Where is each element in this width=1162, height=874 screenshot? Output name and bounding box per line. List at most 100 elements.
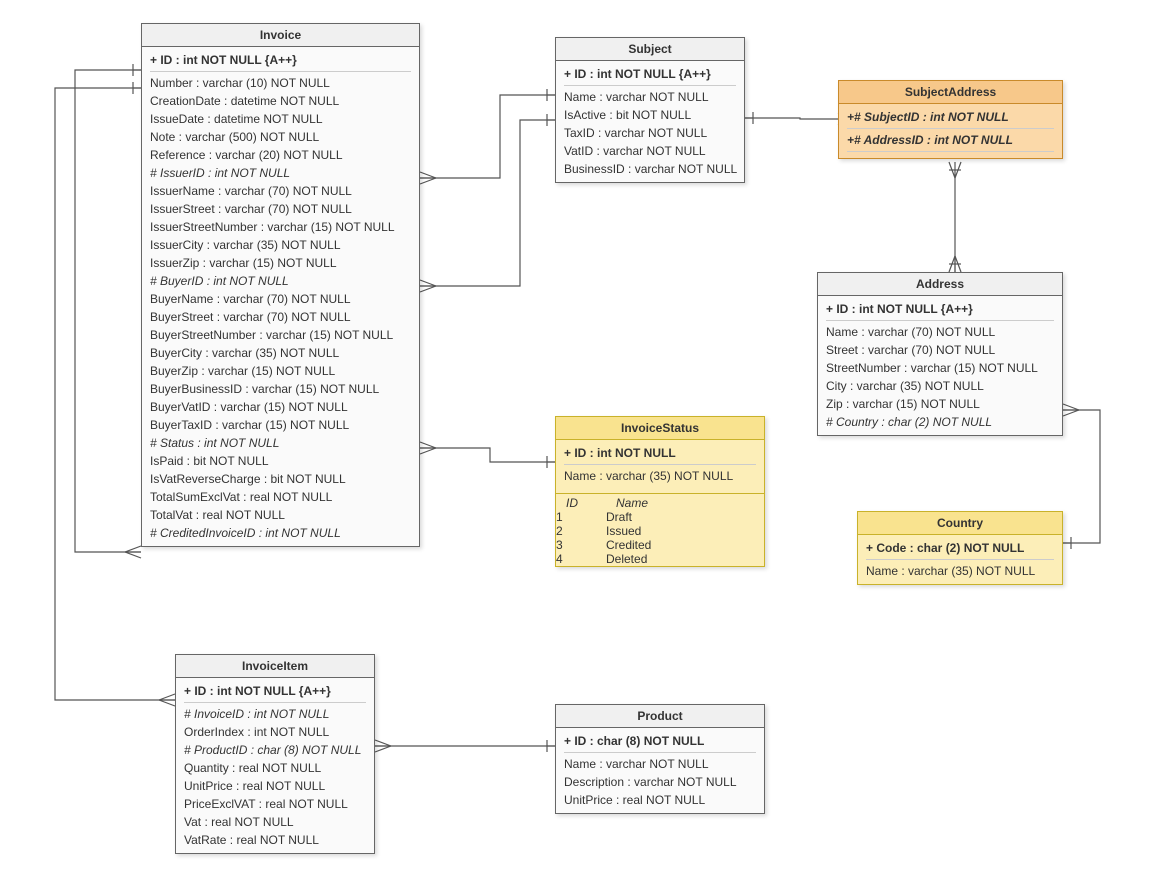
attribute: OrderIndex : int NOT NULL	[184, 723, 366, 741]
attribute: BuyerCity : varchar (35) NOT NULL	[150, 344, 411, 362]
attribute: IsPaid : bit NOT NULL	[150, 452, 411, 470]
pk-attribute: + ID : int NOT NULL	[564, 444, 756, 465]
attribute: Name : varchar NOT NULL	[564, 755, 756, 773]
pk-attribute: + ID : int NOT NULL {A++}	[564, 65, 736, 86]
entity-body: + ID : char (8) NOT NULL Name : varchar N…	[556, 728, 764, 813]
entity-title: Country	[858, 512, 1062, 535]
attribute: Number : varchar (10) NOT NULL	[150, 74, 411, 92]
entity-subject: Subject + ID : int NOT NULL {A++} Name : …	[555, 37, 745, 183]
attribute: IssueDate : datetime NOT NULL	[150, 110, 411, 128]
attribute: Reference : varchar (20) NOT NULL	[150, 146, 411, 164]
attribute: BusinessID : varchar NOT NULL	[564, 160, 736, 178]
attribute: UnitPrice : real NOT NULL	[564, 791, 756, 809]
attribute: BuyerVatID : varchar (15) NOT NULL	[150, 398, 411, 416]
fk-attribute: # ProductID : char (8) NOT NULL	[184, 741, 366, 759]
entity-body: + ID : int NOT NULL {A++} # InvoiceID : i…	[176, 678, 374, 853]
attribute: CreationDate : datetime NOT NULL	[150, 92, 411, 110]
attribute: IsActive : bit NOT NULL	[564, 106, 736, 124]
fk-attribute: # CreditedInvoiceID : int NOT NULL	[150, 524, 411, 542]
attribute: StreetNumber : varchar (15) NOT NULL	[826, 359, 1054, 377]
pk-attribute: +# SubjectID : int NOT NULL	[847, 108, 1054, 129]
enum-id: 3	[556, 538, 606, 552]
attribute: Name : varchar (35) NOT NULL	[866, 562, 1054, 580]
enum-col-id: ID	[556, 496, 616, 510]
attribute: Quantity : real NOT NULL	[184, 759, 366, 777]
entity-title: InvoiceItem	[176, 655, 374, 678]
pk-attribute: + Code : char (2) NOT NULL	[866, 539, 1054, 560]
enum-name: Deleted	[606, 552, 647, 566]
attribute: Zip : varchar (15) NOT NULL	[826, 395, 1054, 413]
enum-col-name: Name	[616, 496, 648, 510]
attribute: BuyerStreetNumber : varchar (15) NOT NUL…	[150, 326, 411, 344]
entity-title: Product	[556, 705, 764, 728]
entity-body: + ID : int NOT NULL Name : varchar (35) N…	[556, 440, 764, 489]
attribute: Note : varchar (500) NOT NULL	[150, 128, 411, 146]
pk-attribute: + ID : char (8) NOT NULL	[564, 732, 756, 753]
fk-attribute: # BuyerID : int NOT NULL	[150, 272, 411, 290]
attribute: VatRate : real NOT NULL	[184, 831, 366, 849]
attribute: BuyerBusinessID : varchar (15) NOT NULL	[150, 380, 411, 398]
attribute: Name : varchar NOT NULL	[564, 88, 736, 106]
enum-row: 1Draft	[556, 510, 764, 524]
entity-body: + ID : int NOT NULL {A++} Name : varchar …	[556, 61, 744, 182]
fk-attribute: # Country : char (2) NOT NULL	[826, 413, 1054, 431]
enum-name: Draft	[606, 510, 632, 524]
attribute: City : varchar (35) NOT NULL	[826, 377, 1054, 395]
entity-title: InvoiceStatus	[556, 417, 764, 440]
attribute: IssuerName : varchar (70) NOT NULL	[150, 182, 411, 200]
entity-body: + Code : char (2) NOT NULL Name : varchar…	[858, 535, 1062, 584]
enum-name: Credited	[606, 538, 651, 552]
enum-id: 1	[556, 510, 606, 524]
attribute: TotalSumExclVat : real NOT NULL	[150, 488, 411, 506]
pk-attribute: + ID : int NOT NULL {A++}	[150, 51, 411, 72]
enum-rows: 1Draft2Issued3Credited4Deleted	[556, 510, 764, 566]
attribute: VatID : varchar NOT NULL	[564, 142, 736, 160]
entity-title: Invoice	[142, 24, 419, 47]
attribute: Vat : real NOT NULL	[184, 813, 366, 831]
entity-invoice: Invoice + ID : int NOT NULL {A++} Number …	[141, 23, 420, 547]
fk-attribute: # Status : int NOT NULL	[150, 434, 411, 452]
attribute: Name : varchar (70) NOT NULL	[826, 323, 1054, 341]
attribute: Street : varchar (70) NOT NULL	[826, 341, 1054, 359]
entity-body: +# SubjectID : int NOT NULL+# AddressID …	[839, 104, 1062, 158]
attribute: IsVatReverseCharge : bit NOT NULL	[150, 470, 411, 488]
entity-address: Address + ID : int NOT NULL {A++} Name : …	[817, 272, 1063, 436]
attribute: TaxID : varchar NOT NULL	[564, 124, 736, 142]
attribute: IssuerCity : varchar (35) NOT NULL	[150, 236, 411, 254]
entity-title: Subject	[556, 38, 744, 61]
enum-row: 3Credited	[556, 538, 764, 552]
fk-attribute: # InvoiceID : int NOT NULL	[184, 705, 366, 723]
pk-attribute: + ID : int NOT NULL {A++}	[184, 682, 366, 703]
attribute: IssuerStreetNumber : varchar (15) NOT NU…	[150, 218, 411, 236]
entity-product: Product + ID : char (8) NOT NULL Name : v…	[555, 704, 765, 814]
entity-body: + ID : int NOT NULL {A++} Number : varcha…	[142, 47, 419, 546]
enum-grid: ID Name 1Draft2Issued3Credited4Deleted	[556, 493, 764, 566]
fk-attribute: # IssuerID : int NOT NULL	[150, 164, 411, 182]
attribute: BuyerZip : varchar (15) NOT NULL	[150, 362, 411, 380]
entity-title: Address	[818, 273, 1062, 296]
attribute: TotalVat : real NOT NULL	[150, 506, 411, 524]
entity-invoice-status: InvoiceStatus + ID : int NOT NULL Name : …	[555, 416, 765, 567]
pk-attribute: +# AddressID : int NOT NULL	[847, 131, 1054, 152]
attribute: Name : varchar (35) NOT NULL	[564, 467, 756, 485]
attribute: IssuerZip : varchar (15) NOT NULL	[150, 254, 411, 272]
enum-id: 2	[556, 524, 606, 538]
enum-id: 4	[556, 552, 606, 566]
enum-header: ID Name	[556, 496, 764, 510]
entity-country: Country + Code : char (2) NOT NULL Name :…	[857, 511, 1063, 585]
entity-title: SubjectAddress	[839, 81, 1062, 104]
entity-body: + ID : int NOT NULL {A++} Name : varchar …	[818, 296, 1062, 435]
pk-attribute: + ID : int NOT NULL {A++}	[826, 300, 1054, 321]
entity-invoice-item: InvoiceItem + ID : int NOT NULL {A++} # I…	[175, 654, 375, 854]
enum-name: Issued	[606, 524, 641, 538]
attribute: BuyerTaxID : varchar (15) NOT NULL	[150, 416, 411, 434]
attribute: UnitPrice : real NOT NULL	[184, 777, 366, 795]
enum-row: 2Issued	[556, 524, 764, 538]
attribute: PriceExclVAT : real NOT NULL	[184, 795, 366, 813]
attribute: IssuerStreet : varchar (70) NOT NULL	[150, 200, 411, 218]
enum-row: 4Deleted	[556, 552, 764, 566]
attribute: Description : varchar NOT NULL	[564, 773, 756, 791]
attribute: BuyerStreet : varchar (70) NOT NULL	[150, 308, 411, 326]
attribute: BuyerName : varchar (70) NOT NULL	[150, 290, 411, 308]
entity-subject-address: SubjectAddress +# SubjectID : int NOT NU…	[838, 80, 1063, 159]
